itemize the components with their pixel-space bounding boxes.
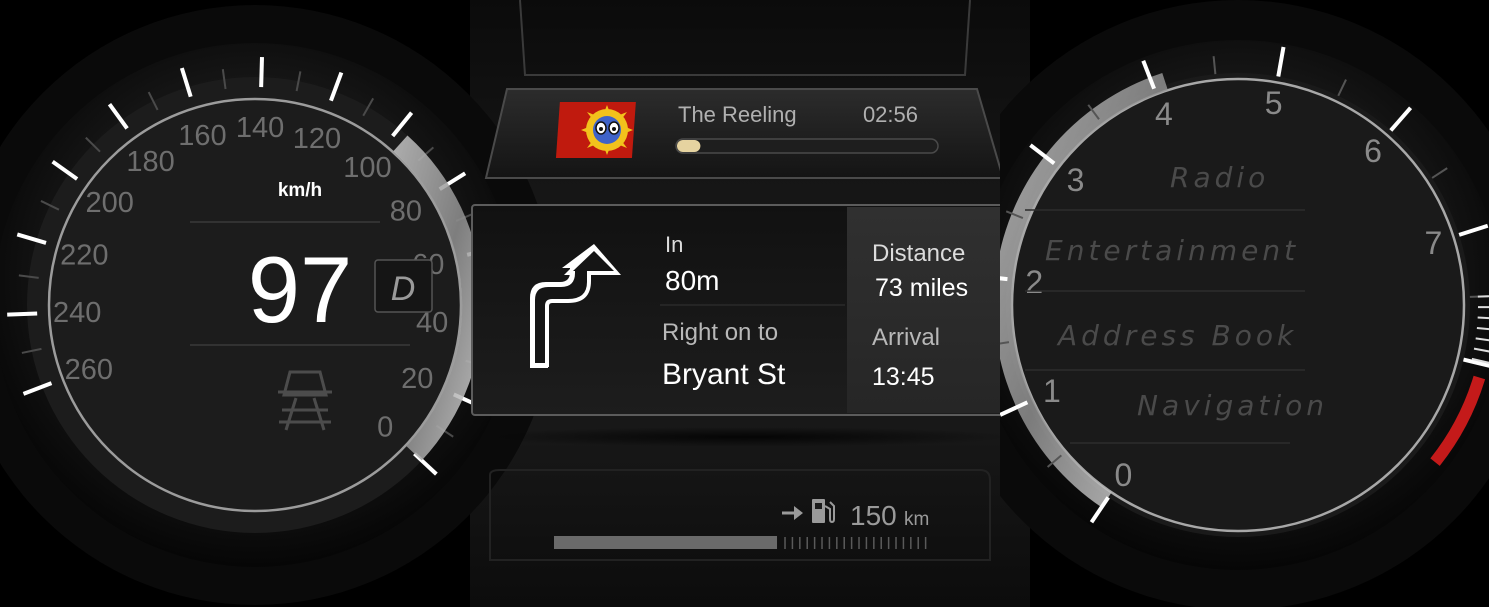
speed-scale-label: 200 (86, 187, 134, 219)
rpm-scale-label: 1 (1043, 373, 1061, 409)
navigation-panel: In 80m Right on to Bryant St Distance 73… (471, 204, 1018, 416)
rpm-redline-tick (1477, 316, 1489, 320)
rpm-scale-label: 5 (1265, 85, 1283, 121)
arrival-label: Arrival (872, 324, 940, 351)
menu-item-navigation[interactable]: Navigation (1137, 389, 1328, 422)
speed-scale-label: 120 (293, 123, 341, 155)
distance-value: 73 miles (875, 274, 968, 302)
speed-scale-label: 240 (53, 297, 101, 329)
speed-scale-label: 160 (178, 120, 226, 152)
media-panel[interactable]: The Reeling 02:56 (484, 88, 1005, 179)
menu-item-entertainment[interactable]: Entertainment (1045, 234, 1299, 267)
rpm-scale-label: 3 (1067, 162, 1085, 198)
speed-tick (259, 57, 264, 88)
track-progress-track[interactable] (675, 138, 939, 154)
speed-scale-label: 180 (126, 146, 174, 178)
turn-in-label: In (665, 232, 683, 257)
speed-unit: km/h (278, 180, 322, 201)
track-progress-fill (677, 140, 701, 152)
menu-item-radio[interactable]: Radio (1170, 161, 1269, 194)
rpm-redline-tick (1477, 295, 1489, 298)
rpm-scale-label: 0 (1114, 457, 1132, 493)
track-time: 02:56 (863, 102, 918, 127)
speed-tick (7, 311, 38, 317)
speed-scale-label: 20 (401, 363, 433, 395)
gear-indicator: D (391, 270, 416, 308)
track-title: The Reeling (678, 102, 797, 127)
fuel-pump-icon (812, 499, 835, 524)
fuel-level-bar (554, 536, 778, 549)
arrival-value: 13:45 (872, 363, 935, 391)
fuel-range: 150 (850, 500, 897, 531)
turn-distance: 80m (665, 265, 719, 296)
street-name: Bryant St (662, 358, 786, 391)
speed-readout: 97 (248, 237, 353, 342)
fuel-unit: km (904, 509, 929, 530)
speed-scale-label: 80 (390, 195, 422, 227)
rpm-scale-label: 2 (1025, 264, 1043, 300)
speed-scale-label: 260 (65, 354, 113, 386)
rpm-scale-label: 4 (1155, 96, 1173, 132)
speed-scale-label: 100 (343, 152, 391, 184)
rpm-scale-label: 6 (1364, 133, 1382, 169)
speed-scale-label: 140 (236, 112, 284, 144)
menu-item-address-book[interactable]: Address Book (1056, 319, 1297, 352)
rpm-scale-label: 7 (1425, 225, 1443, 261)
distance-label: Distance (872, 240, 965, 267)
speed-scale-label: 220 (60, 239, 108, 271)
turn-instruction: Right on to (662, 319, 778, 346)
album-cover-icon (555, 102, 636, 158)
speed-scale-label: 0 (377, 411, 393, 443)
instrument-cluster: 020406080100120140160180200220240260 km/… (0, 0, 1489, 607)
